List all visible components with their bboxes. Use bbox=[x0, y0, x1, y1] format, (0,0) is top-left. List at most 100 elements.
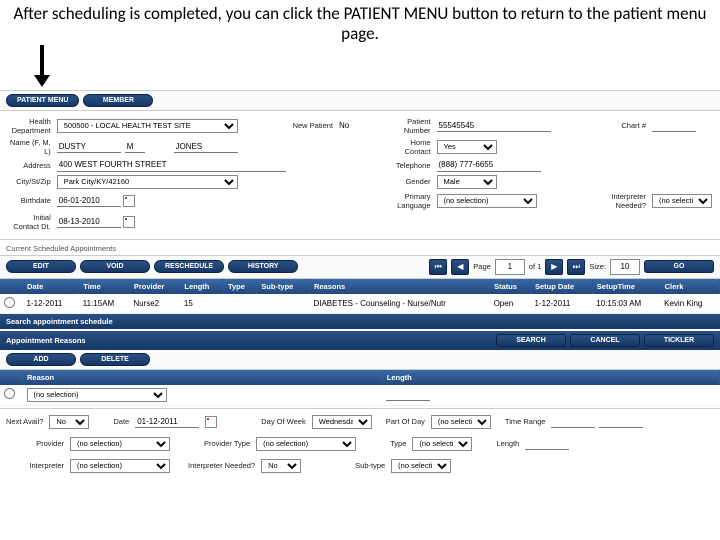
first-page-button[interactable]: ⏮ bbox=[429, 259, 447, 275]
tickler-button[interactable]: TICKLER bbox=[644, 334, 714, 347]
table-row[interactable]: (no selection) bbox=[0, 385, 720, 406]
table-row[interactable]: 1-12-2011 11:15AM Nurse2 15 DIABETES - C… bbox=[0, 294, 720, 314]
new-patient-label: New Patient bbox=[290, 121, 335, 130]
city-select[interactable]: Park City/KY/42160 bbox=[57, 175, 238, 189]
appointment-toolbar: EDIT VOID RESCHEDULE HISTORY ⏮ ◀ Page of… bbox=[0, 255, 720, 279]
col-reasons[interactable]: Reasons bbox=[309, 279, 489, 294]
health-dept-label: Health Department bbox=[8, 117, 53, 135]
search-schedule-header: Search appointment schedule bbox=[0, 314, 720, 329]
dayofweek-select[interactable]: Wednesday bbox=[312, 415, 372, 429]
city-label: City/St/Zip bbox=[8, 177, 53, 186]
home-contact-label: Home Contact bbox=[388, 138, 433, 156]
calendar-icon[interactable] bbox=[205, 416, 217, 428]
type-select[interactable]: (no selection) bbox=[412, 437, 472, 451]
col-subtype[interactable]: Sub-type bbox=[257, 279, 310, 294]
appointment-reasons-header: Appointment Reasons SEARCH CANCEL TICKLE… bbox=[0, 331, 720, 350]
col-length[interactable]: Length bbox=[180, 279, 224, 294]
health-dept-select[interactable]: 500500 - LOCAL HEALTH TEST SITE bbox=[57, 119, 238, 133]
page-of-label: of 1 bbox=[529, 262, 542, 271]
member-button[interactable]: MEMBER bbox=[83, 94, 153, 107]
patient-number-label: Patient Number bbox=[388, 117, 433, 135]
subtype-select[interactable]: (no selection) bbox=[391, 459, 451, 473]
appointments-table: Date Time Provider Length Type Sub-type … bbox=[0, 279, 720, 314]
size-input[interactable] bbox=[610, 259, 640, 275]
go-button[interactable]: GO bbox=[644, 260, 714, 273]
reschedule-button[interactable]: RESCHEDULE bbox=[154, 260, 224, 273]
initial-contact-label: Initial Contact Dt. bbox=[8, 213, 53, 231]
reasons-toolbar: ADD DELETE bbox=[0, 350, 720, 370]
last-name-input[interactable] bbox=[174, 140, 238, 153]
prev-page-button[interactable]: ◀ bbox=[451, 259, 469, 275]
col-status[interactable]: Status bbox=[490, 279, 531, 294]
chart-input[interactable] bbox=[652, 119, 696, 132]
length-input[interactable] bbox=[525, 437, 569, 450]
gender-label: Gender bbox=[388, 177, 433, 186]
criteria-date-input[interactable] bbox=[135, 415, 199, 428]
reason-length-input[interactable] bbox=[386, 388, 430, 401]
provider-type-select[interactable]: (no selection) bbox=[256, 437, 356, 451]
first-name-input[interactable] bbox=[57, 140, 121, 153]
language-select[interactable]: (no selection) bbox=[437, 194, 537, 208]
reason-select[interactable]: (no selection) bbox=[27, 388, 167, 402]
patient-info-form: Health Department 500500 - LOCAL HEALTH … bbox=[0, 111, 720, 237]
search-button[interactable]: SEARCH bbox=[496, 334, 566, 347]
row-select-radio[interactable] bbox=[4, 388, 15, 399]
next-page-button[interactable]: ▶ bbox=[545, 259, 563, 275]
page-input[interactable] bbox=[495, 259, 525, 275]
row-select-radio[interactable] bbox=[4, 297, 15, 308]
criteria-row-1: Next Avail? No Date Day Of Week Wednesda… bbox=[0, 411, 720, 433]
birthdate-label: Birthdate bbox=[8, 196, 53, 205]
partofday-select[interactable]: (no selection) bbox=[431, 415, 491, 429]
time-from-input[interactable] bbox=[551, 415, 595, 428]
interp-needed-select[interactable]: (no selection) bbox=[652, 194, 712, 208]
interpreter-needed-select[interactable]: No bbox=[261, 459, 301, 473]
interpreter-select[interactable]: (no selection) bbox=[70, 459, 170, 473]
reasons-table: Reason Length (no selection) bbox=[0, 370, 720, 406]
last-page-button[interactable]: ⏭ bbox=[567, 259, 585, 275]
criteria-row-3: Interpreter (no selection) Interpreter N… bbox=[0, 455, 720, 477]
pointer-arrow bbox=[0, 45, 720, 90]
new-patient-value: No bbox=[339, 121, 384, 130]
time-to-input[interactable] bbox=[599, 415, 643, 428]
home-contact-select[interactable]: Yes bbox=[437, 140, 497, 154]
size-label: Size: bbox=[589, 262, 606, 271]
calendar-icon[interactable] bbox=[123, 195, 135, 207]
criteria-row-2: Provider (no selection) Provider Type (n… bbox=[0, 433, 720, 455]
telephone-input[interactable] bbox=[437, 159, 541, 172]
col-rlength[interactable]: Length bbox=[382, 370, 719, 385]
void-button[interactable]: VOID bbox=[80, 260, 150, 273]
top-button-bar: PATIENT MENU MEMBER bbox=[0, 90, 720, 111]
col-clerk[interactable]: Clerk bbox=[660, 279, 719, 294]
chart-label: Chart # bbox=[603, 121, 648, 130]
cancel-button[interactable]: CANCEL bbox=[570, 334, 640, 347]
address-label: Address bbox=[8, 161, 53, 170]
gender-select[interactable]: Male bbox=[437, 175, 497, 189]
col-date[interactable]: Date bbox=[23, 279, 79, 294]
col-reason[interactable]: Reason bbox=[23, 370, 383, 385]
name-label: Name (F, M, L) bbox=[8, 138, 53, 156]
provider-select[interactable]: (no selection) bbox=[70, 437, 170, 451]
page-label: Page bbox=[473, 262, 491, 271]
col-setuptime[interactable]: SetupTime bbox=[592, 279, 660, 294]
col-time[interactable]: Time bbox=[79, 279, 130, 294]
calendar-icon[interactable] bbox=[123, 216, 135, 228]
instruction-caption: After scheduling is completed, you can c… bbox=[0, 0, 720, 45]
interp-needed-label: Interpreter Needed? bbox=[603, 192, 648, 210]
edit-button[interactable]: EDIT bbox=[6, 260, 76, 273]
col-provider[interactable]: Provider bbox=[129, 279, 180, 294]
initial-contact-input[interactable] bbox=[57, 215, 121, 228]
col-setupdate[interactable]: Setup Date bbox=[531, 279, 593, 294]
address-input[interactable] bbox=[57, 159, 287, 172]
language-label: Primary Language bbox=[388, 192, 433, 210]
scheduled-appts-heading: Current Scheduled Appointments bbox=[0, 242, 720, 255]
nextavail-select[interactable]: No bbox=[49, 415, 89, 429]
telephone-label: Telephone bbox=[388, 161, 433, 170]
delete-button[interactable]: DELETE bbox=[80, 353, 150, 366]
middle-name-input[interactable] bbox=[125, 140, 145, 153]
col-type[interactable]: Type bbox=[223, 279, 256, 294]
patient-menu-button[interactable]: PATIENT MENU bbox=[6, 94, 79, 107]
add-button[interactable]: ADD bbox=[6, 353, 76, 366]
birthdate-input[interactable] bbox=[57, 194, 121, 207]
patient-number-input[interactable] bbox=[437, 119, 551, 132]
history-button[interactable]: HISTORY bbox=[228, 260, 298, 273]
